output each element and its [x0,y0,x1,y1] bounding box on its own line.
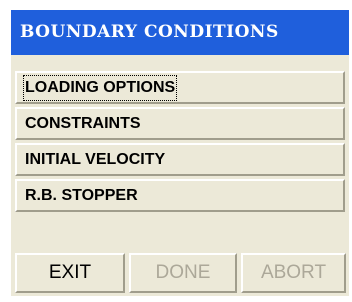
menu-item-loading-options[interactable]: LOADING OPTIONS [15,71,345,104]
menu-item-label: LOADING OPTIONS [22,75,178,101]
abort-button[interactable]: ABORT [241,253,346,293]
menu-item-label: INITIAL VELOCITY [25,151,166,168]
menu-item-initial-velocity[interactable]: INITIAL VELOCITY [15,143,345,176]
menu-item-constraints[interactable]: CONSTRAINTS [15,107,345,140]
boundary-conditions-panel: BOUNDARY CONDITIONS LOADING OPTIONS CONS… [11,10,349,296]
panel-title: BOUNDARY CONDITIONS [11,10,349,55]
menu-item-label: CONSTRAINTS [25,115,141,132]
exit-button[interactable]: EXIT [15,253,125,293]
menu-item-label: R.B. STOPPER [25,187,138,204]
done-button[interactable]: DONE [129,253,237,293]
menu-item-rb-stopper[interactable]: R.B. STOPPER [15,179,345,212]
